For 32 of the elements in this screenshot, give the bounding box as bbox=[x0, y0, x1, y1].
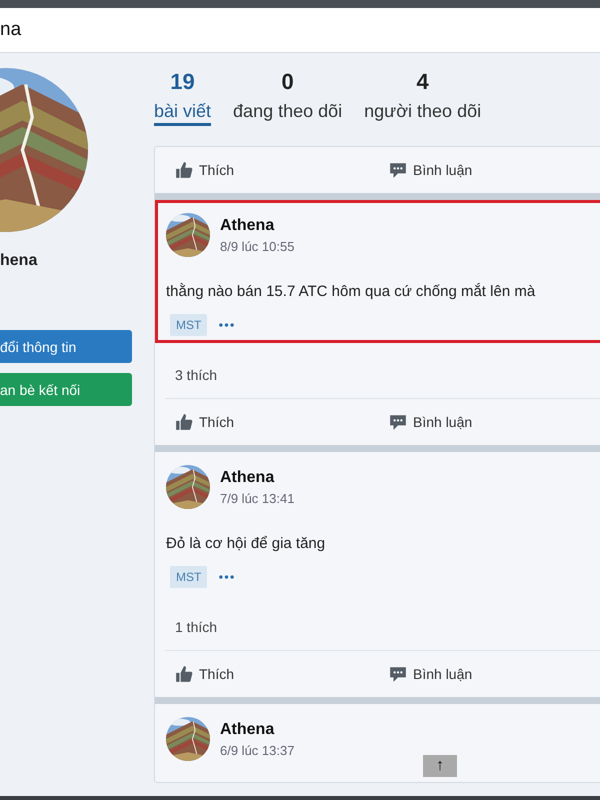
friends-button[interactable]: an bè kết nối bbox=[0, 373, 132, 406]
like-button[interactable]: Thích bbox=[175, 665, 389, 683]
author-name[interactable]: Athena bbox=[220, 216, 294, 234]
author-name[interactable]: Athena bbox=[220, 720, 294, 738]
window-title: na bbox=[0, 19, 22, 41]
more-icon[interactable] bbox=[219, 575, 234, 579]
comment-button[interactable]: Bình luận bbox=[389, 413, 600, 431]
thumbs-up-icon bbox=[175, 161, 193, 179]
like-button[interactable]: Thích bbox=[175, 413, 389, 431]
post-text: Đỏ là cơ hội để gia tăng bbox=[166, 535, 326, 552]
like-count[interactable]: 1 thích bbox=[175, 619, 600, 635]
post-time[interactable]: 7/9 lúc 13:41 bbox=[220, 490, 294, 506]
author-name[interactable]: Athena bbox=[220, 468, 294, 486]
comment-button[interactable]: Bình luận bbox=[389, 665, 600, 683]
post-text: thằng nào bán 15.7 ATC hôm qua cứ chống mắt lên mà bbox=[166, 283, 536, 300]
comment-icon bbox=[389, 665, 407, 683]
like-button[interactable]: Thích bbox=[175, 161, 389, 179]
more-icon[interactable] bbox=[219, 323, 234, 327]
profile-name: hena bbox=[0, 252, 38, 270]
post-time[interactable]: 8/9 lúc 10:55 bbox=[220, 238, 294, 254]
comment-icon bbox=[389, 161, 407, 179]
comment-icon bbox=[389, 413, 407, 431]
thumbs-up-icon bbox=[175, 665, 193, 683]
comment-button[interactable]: Bình luận bbox=[389, 161, 600, 179]
scroll-top-button[interactable]: ↑ bbox=[423, 755, 457, 777]
edit-info-button[interactable]: đổi thông tin bbox=[0, 330, 132, 363]
like-count[interactable]: 3 thích bbox=[175, 367, 600, 383]
stat-tab[interactable]: 19 bài viết bbox=[154, 69, 212, 145]
post-time[interactable]: 6/9 lúc 13:37 bbox=[220, 742, 294, 758]
stat-tab[interactable]: 0 đang theo dõi bbox=[233, 69, 342, 145]
stat-tab[interactable]: 4 người theo dõi bbox=[364, 69, 482, 145]
thumbs-up-icon bbox=[175, 413, 193, 431]
